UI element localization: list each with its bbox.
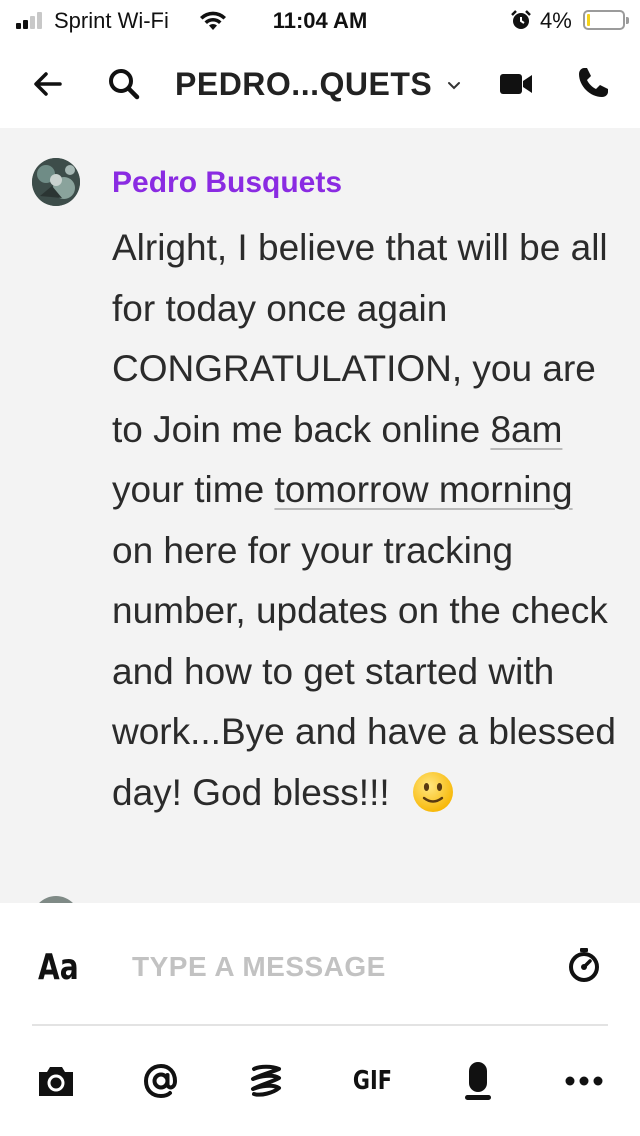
message-input[interactable] (132, 947, 532, 987)
composer-divider (32, 1024, 608, 1026)
camera-icon[interactable] (34, 1059, 78, 1103)
chevron-down-icon[interactable] (444, 76, 464, 96)
message-part: on here for your tracking number, update… (112, 529, 616, 813)
text-format-button[interactable]: Aa (38, 947, 79, 988)
conversation-title[interactable]: PEDRO...QUETS (175, 66, 432, 103)
microphone-icon[interactable] (456, 1059, 500, 1103)
gif-button[interactable]: GIF (350, 1059, 394, 1103)
sender-avatar[interactable] (32, 158, 80, 206)
message-composer: Aa GIF (0, 903, 640, 1136)
video-call-icon[interactable] (494, 62, 538, 106)
battery-percent: 4% (540, 8, 572, 33)
time-link[interactable]: 8am (490, 409, 562, 450)
gif-label: GIF (352, 1066, 392, 1096)
conversation-header: PEDRO...QUETS (0, 40, 640, 128)
date-link[interactable]: tomorrow morning (274, 469, 572, 510)
sticker-icon[interactable] (244, 1059, 288, 1103)
sender-name: Pedro Busquets (112, 166, 343, 199)
battery-level-fill (587, 14, 590, 26)
timer-icon[interactable] (566, 947, 602, 983)
next-message-avatar (32, 896, 80, 903)
phone-call-icon[interactable] (570, 60, 616, 106)
message-thread[interactable]: Pedro Busquets Alright, I believe that w… (0, 128, 640, 903)
slightly-smiling-face-icon (412, 771, 453, 812)
search-icon[interactable] (104, 62, 144, 106)
mention-icon[interactable] (139, 1059, 183, 1103)
battery-icon (583, 10, 629, 30)
back-arrow-icon[interactable] (28, 62, 68, 106)
message-text: Alright, I believe that will be all for … (112, 218, 622, 823)
more-icon[interactable] (562, 1059, 606, 1103)
alarm-clock-icon (511, 10, 531, 29)
message-part: your time (112, 469, 275, 510)
status-bar: Sprint Wi-Fi 11:04 AM 4% (0, 0, 640, 40)
